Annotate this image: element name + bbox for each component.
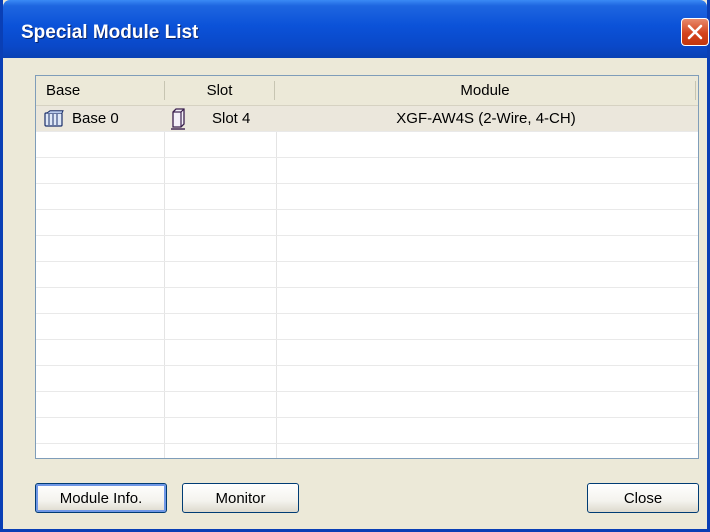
list-item[interactable]: Base 0 Slot 4 XGF-AW4S (2-Wire, 4-CH)	[36, 106, 698, 132]
list-item[interactable]	[36, 184, 698, 210]
dialog-window: Special Module List Base Slot Module Bas…	[0, 0, 710, 532]
base-cell: Base 0	[72, 110, 119, 127]
title-bar[interactable]: Special Module List	[3, 0, 709, 58]
module-slot-icon	[170, 108, 186, 130]
window-title: Special Module List	[21, 22, 199, 43]
module-list[interactable]: Base Slot Module Base 0 Slot 4 XGF-AW4S …	[35, 75, 699, 459]
monitor-button[interactable]: Monitor	[182, 483, 299, 513]
list-item[interactable]	[36, 262, 698, 288]
list-item[interactable]	[36, 392, 698, 418]
close-icon	[687, 24, 703, 40]
list-item[interactable]	[36, 366, 698, 392]
list-item[interactable]	[36, 158, 698, 184]
list-item[interactable]	[36, 314, 698, 340]
list-item[interactable]	[36, 340, 698, 366]
slot-cell: Slot 4	[212, 110, 251, 127]
list-item[interactable]	[36, 444, 698, 458]
close-window-button[interactable]	[681, 18, 709, 46]
list-item[interactable]	[36, 418, 698, 444]
column-header-base[interactable]: Base	[36, 76, 164, 105]
list-item[interactable]	[36, 288, 698, 314]
column-divider[interactable]	[695, 81, 696, 100]
module-info-button[interactable]: Module Info.	[35, 483, 167, 513]
module-cell: XGF-AW4S (2-Wire, 4-CH)	[396, 110, 576, 127]
close-button[interactable]: Close	[587, 483, 699, 513]
list-header: Base Slot Module	[36, 76, 698, 106]
list-item[interactable]	[36, 132, 698, 158]
base-rack-icon	[44, 110, 64, 128]
column-header-slot[interactable]: Slot	[165, 76, 274, 105]
column-header-module[interactable]: Module	[275, 76, 695, 105]
list-item[interactable]	[36, 236, 698, 262]
list-item[interactable]	[36, 210, 698, 236]
